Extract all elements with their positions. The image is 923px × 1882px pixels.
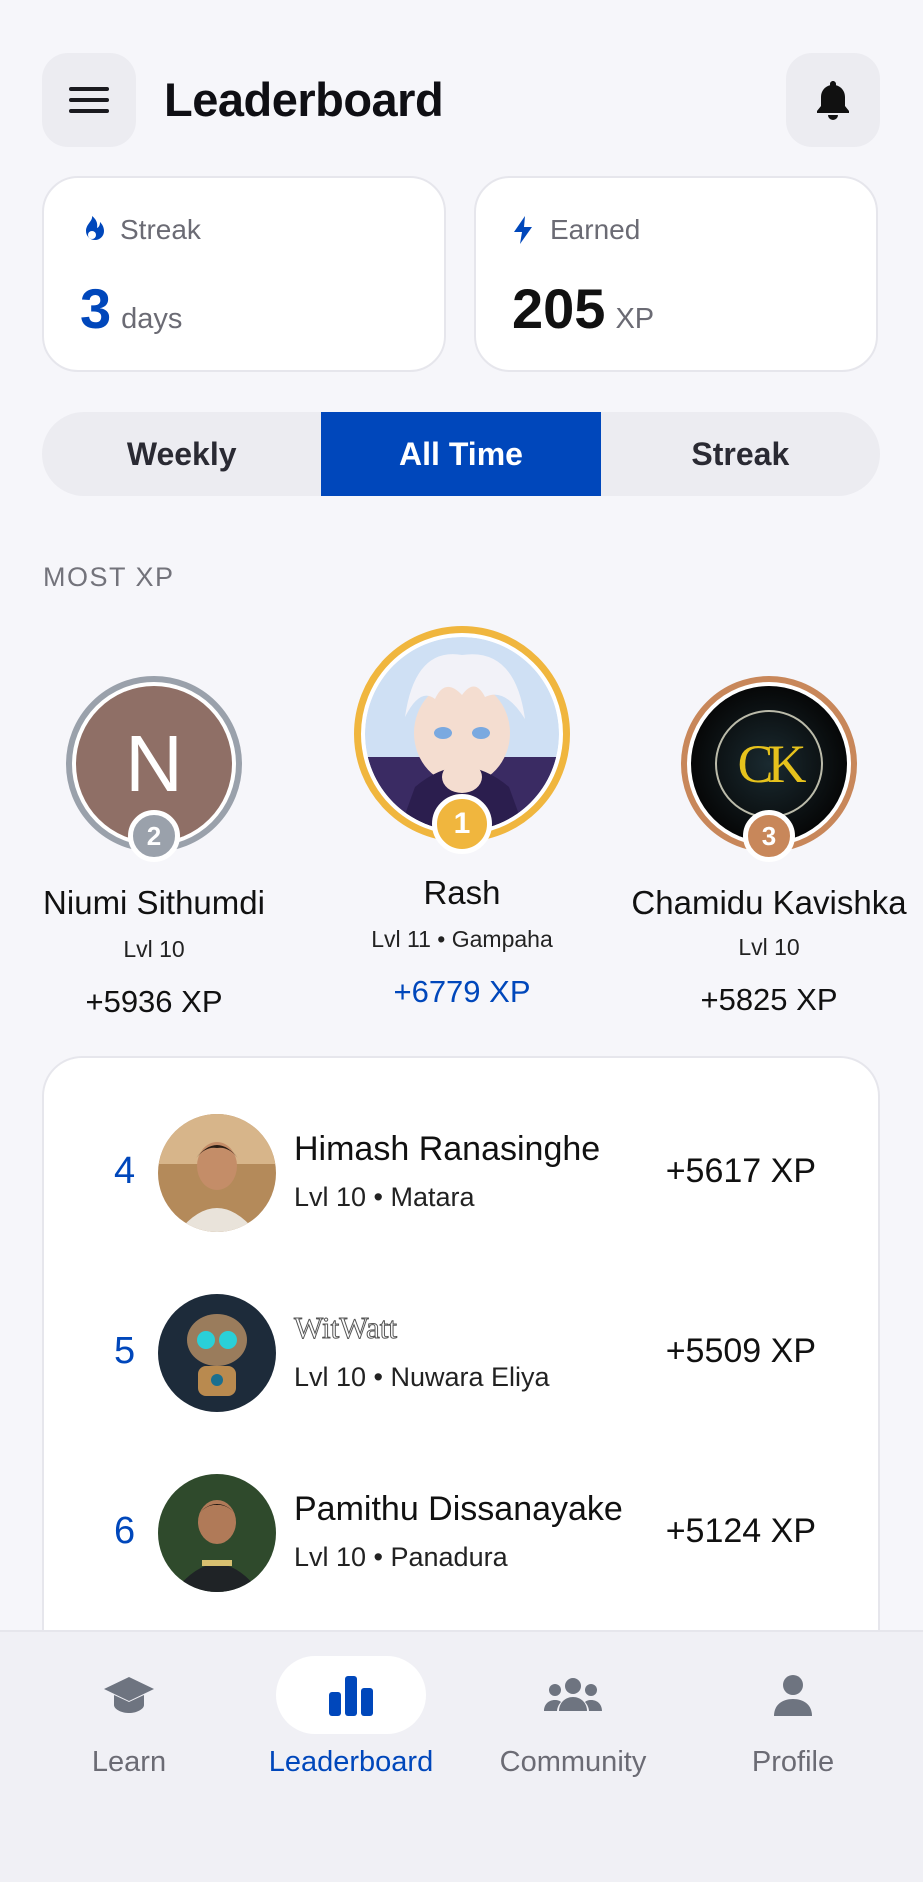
earned-unit: XP: [615, 303, 655, 335]
podium-second-level: Lvl 10: [123, 936, 185, 962]
streak-label: Streak: [120, 214, 201, 245]
podium-third-xp: +5825 XP: [700, 982, 838, 1017]
earned-card: Earned 205 XP: [474, 176, 878, 372]
user-xp: +5509 XP: [665, 1332, 816, 1370]
podium-third-name: Chamidu Kavishka: [631, 884, 907, 921]
podium-second[interactable]: N 2: [66, 676, 242, 862]
flame-icon: [86, 216, 104, 240]
avatar: [158, 1474, 276, 1592]
podium-third-level: Lvl 10: [738, 934, 800, 960]
menu-icon: [69, 87, 109, 113]
user-xp: +5617 XP: [665, 1152, 816, 1190]
rank-badge-2: 2: [128, 810, 180, 862]
bell-icon: [817, 81, 849, 120]
period-tabs: Weekly All Time Streak: [42, 412, 880, 496]
user-xp: +5124 XP: [665, 1512, 816, 1550]
user-name: Pamithu Dissanayake: [294, 1490, 623, 1528]
tab-weekly[interactable]: Weekly: [42, 412, 321, 496]
avatar: [158, 1114, 276, 1232]
graduation-cap-icon: [104, 1677, 154, 1713]
podium-second-name: Niumi Sithumdi: [43, 884, 265, 921]
nav-community[interactable]: Community: [468, 1656, 678, 1779]
tab-all-time[interactable]: All Time: [321, 412, 601, 496]
rank-number: 6: [114, 1510, 136, 1552]
avatar: [158, 1294, 276, 1412]
podium-third[interactable]: CK 3: [681, 676, 857, 862]
user-level: Lvl 10 • Matara: [294, 1182, 475, 1212]
streak-card: Streak 3 days: [42, 176, 446, 372]
user-name: Himash Ranasinghe: [294, 1130, 601, 1168]
rank-badge-3: 3: [743, 810, 795, 862]
streak-header: Streak: [80, 214, 201, 246]
nav-learn-label: Learn: [91, 1746, 167, 1778]
podium-first-name: Rash: [423, 874, 501, 911]
nav-profile-label: Profile: [751, 1746, 835, 1778]
bolt-icon: [514, 216, 532, 244]
list-item[interactable]: 5 WitWatt Lvl 10 • Nuwara Eliya +5509 XP: [44, 1278, 882, 1428]
logo-text: CK: [737, 734, 806, 794]
rank-badge-1: 1: [432, 794, 492, 854]
avatar-initial: N: [125, 719, 183, 808]
list-item[interactable]: 6 Pamithu Dissanayake Lvl 10 • Panadura …: [44, 1458, 882, 1608]
earned-header: Earned: [512, 214, 640, 246]
podium-first-level: Lvl 11 • Gampaha: [371, 926, 553, 952]
nav-profile[interactable]: Profile: [688, 1656, 898, 1779]
users-icon: [544, 1678, 602, 1711]
rank-number: 5: [114, 1330, 136, 1372]
user-level: Lvl 10 • Panadura: [294, 1542, 508, 1572]
nav-leaderboard[interactable]: Leaderboard: [246, 1656, 456, 1779]
user-level: Lvl 10 • Nuwara Eliya: [294, 1362, 550, 1392]
podium-first-xp: +6779 XP: [393, 974, 531, 1009]
rank-number: 4: [114, 1150, 136, 1192]
streak-unit: days: [121, 303, 183, 335]
tab-streak[interactable]: Streak: [601, 412, 880, 496]
page-title: Leaderboard: [164, 73, 444, 126]
nav-learn[interactable]: Learn: [24, 1656, 234, 1779]
section-label: MOST XP: [43, 562, 175, 592]
earned-value: 205: [512, 277, 606, 340]
earned-label: Earned: [550, 214, 641, 245]
nav-leaderboard-label: Leaderboard: [268, 1746, 434, 1778]
bottom-nav: Learn Leaderboard Community Profile: [0, 1630, 923, 1882]
notifications-button[interactable]: [786, 53, 880, 147]
streak-value: 3: [80, 277, 112, 340]
menu-button[interactable]: [42, 53, 136, 147]
list-item[interactable]: 4 Himash Ranasinghe Lvl 10 • Matara +561…: [44, 1098, 882, 1248]
user-icon: [774, 1675, 812, 1716]
bar-chart-icon: [329, 1676, 373, 1716]
nav-community-label: Community: [499, 1746, 647, 1778]
podium-second-xp: +5936 XP: [85, 984, 223, 1019]
podium-first[interactable]: 1: [354, 626, 570, 854]
user-name: WitWatt: [293, 1310, 398, 1346]
